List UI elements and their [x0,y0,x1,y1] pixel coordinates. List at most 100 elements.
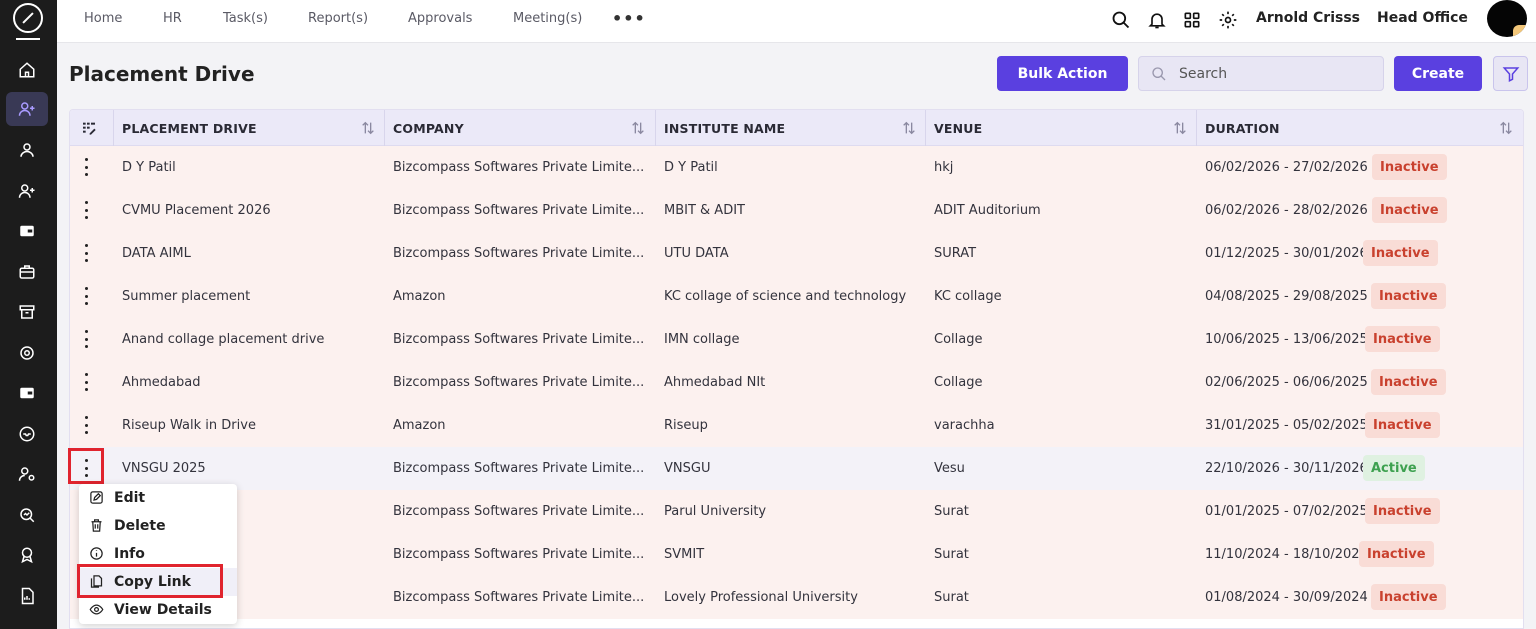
nav-hr[interactable]: HR [163,11,182,26]
row-actions-icon[interactable] [81,244,91,262]
search-icon[interactable] [1111,10,1131,30]
search-input[interactable]: Search [1138,56,1384,91]
row-actions-icon[interactable] [81,330,91,348]
row-actions-icon[interactable] [81,201,91,219]
nav-tasks[interactable]: Task(s) [223,11,268,26]
cell-institute: Riseup [664,418,708,433]
nav-home[interactable]: Home [84,11,122,26]
wallet-icon[interactable] [6,214,48,248]
menu-item-edit[interactable]: Edit [79,484,237,512]
column-settings-icon[interactable] [81,120,97,136]
nav-meetings[interactable]: Meeting(s) [513,11,582,26]
award-icon[interactable] [6,538,48,572]
bell-icon[interactable] [1147,10,1167,30]
row-actions-icon[interactable] [81,158,91,176]
column-divider [655,110,656,146]
cell-duration: 22/10/2026 - 30/11/2026 [1205,461,1368,476]
cell-duration: 06/02/2026 - 28/02/2026 [1205,203,1368,218]
office-name[interactable]: Head Office [1377,10,1468,26]
column-divider [925,110,926,146]
cell-venue: Surat [934,547,969,562]
placement-drive-table: PLACEMENT DRIVE COMPANY INSTITUTE NAME V… [69,109,1524,629]
menu-item-view-details[interactable]: View Details [79,596,237,624]
column-header-company[interactable]: COMPANY [393,110,464,146]
table-row[interactable]: Summer placement Amazon KC collage of sc… [70,275,1523,318]
sort-icon[interactable] [901,120,917,136]
row-actions-icon[interactable] [81,373,91,391]
cell-venue: ADIT Auditorium [934,203,1041,218]
status-badge: Inactive [1365,326,1440,352]
cell-company: Amazon [393,289,446,304]
report-icon[interactable] [6,579,48,613]
nav-reports[interactable]: Report(s) [308,11,368,26]
table-row[interactable]: CVMU Placement 2026 Bizcompass Softwares… [70,189,1523,232]
apps-grid-icon[interactable] [1182,10,1202,30]
cell-institute: SVMIT [664,547,705,562]
menu-item-delete[interactable]: Delete [79,512,237,540]
table-row[interactable]: Bizcompass Softwares Private Limite... P… [70,490,1523,533]
sidebar [0,0,57,629]
cell-placement-drive: Ahmedabad [122,375,201,390]
status-badge: Inactive [1371,369,1446,395]
cell-duration: 01/12/2025 - 30/01/2026 [1205,246,1368,261]
compass-logo-icon[interactable] [13,3,43,33]
home-icon[interactable] [6,53,48,87]
sort-icon[interactable] [360,120,376,136]
table-row[interactable]: D Y Patil Bizcompass Softwares Private L… [70,146,1523,189]
copy-link-highlight-box [77,564,223,598]
filter-button[interactable] [1493,56,1528,91]
cell-company: Bizcompass Softwares Private Limite... [393,246,645,261]
user-plus-icon[interactable] [6,174,48,208]
table-row[interactable]: Bizcompass Softwares Private Limite... S… [70,533,1523,576]
column-header-duration[interactable]: DURATION [1205,110,1280,146]
sort-icon[interactable] [1498,120,1514,136]
cell-company: Bizcompass Softwares Private Limite... [393,461,645,476]
cell-institute: Lovely Professional University [664,590,858,605]
bulk-action-button[interactable]: Bulk Action [997,56,1128,91]
inbox-icon[interactable] [6,417,48,451]
column-header-institute-name[interactable]: INSTITUTE NAME [664,110,785,146]
row-actions-icon[interactable] [81,416,91,434]
settings-gear-icon[interactable] [1218,10,1238,30]
cell-company: Bizcompass Softwares Private Limite... [393,504,645,519]
briefcase-icon[interactable] [6,255,48,289]
cell-institute: UTU DATA [664,246,729,261]
column-header-venue[interactable]: VENUE [934,110,982,146]
user-icon[interactable] [6,133,48,167]
user-name[interactable]: Arnold Crisss [1256,10,1360,26]
avatar[interactable] [1487,0,1527,37]
table-row[interactable]: DATA AIML Bizcompass Softwares Private L… [70,232,1523,275]
nav-more-icon[interactable]: ••• [612,9,646,28]
row-actions-icon[interactable] [81,287,91,305]
cell-duration: 06/02/2026 - 27/02/2026 [1205,160,1368,175]
cell-duration: 01/01/2025 - 07/02/2025 [1205,504,1368,519]
table-row[interactable]: Riseup Walk in Drive Amazon Riseup varac… [70,404,1523,447]
user-settings-icon[interactable] [6,457,48,491]
create-button[interactable]: Create [1394,56,1482,91]
table-row[interactable]: VNSGU 2025 Bizcompass Softwares Private … [70,447,1523,490]
card-icon[interactable] [6,376,48,410]
cell-duration: 01/08/2024 - 30/09/2024 [1205,590,1368,605]
archive-icon[interactable] [6,295,48,329]
cell-company: Bizcompass Softwares Private Limite... [393,375,645,390]
menu-label-edit: Edit [114,490,146,506]
column-header-placement-drive[interactable]: PLACEMENT DRIVE [122,110,257,146]
table-row[interactable]: Ahmedabad Bizcompass Softwares Private L… [70,361,1523,404]
status-badge: Inactive [1363,240,1438,266]
table-row[interactable]: Bizcompass Softwares Private Limite... L… [70,576,1523,619]
menu-label-info: Info [114,546,145,562]
add-user-icon[interactable] [6,92,48,126]
cell-duration: 04/08/2025 - 29/08/2025 [1205,289,1368,304]
row-context-menu: Edit Delete Info Copy Link View Details [79,484,237,624]
table-row[interactable]: Anand collage placement drive Bizcompass… [70,318,1523,361]
sort-icon[interactable] [630,120,646,136]
cell-placement-drive: DATA AIML [122,246,191,261]
cell-venue: Collage [934,332,983,347]
badge-icon[interactable] [6,336,48,370]
cell-venue: Surat [934,504,969,519]
nav-approvals[interactable]: Approvals [408,11,472,26]
sort-icon[interactable] [1172,120,1188,136]
analytics-icon[interactable] [6,498,48,532]
status-badge: Active [1363,455,1425,481]
cell-placement-drive: VNSGU 2025 [122,461,206,476]
